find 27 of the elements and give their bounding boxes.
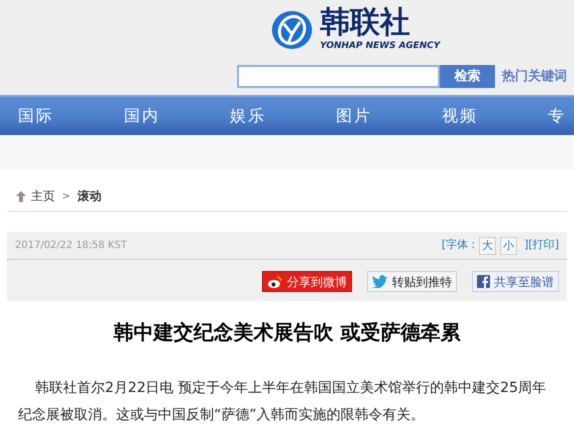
article-title: 韩中建交纪念美术展告吹 或受萨德牵累 xyxy=(112,319,462,346)
breadcrumb-link[interactable]: 滚动 xyxy=(77,187,102,205)
facebook-icon xyxy=(477,275,490,288)
timestamp: 2017/02/22 18:58 KST xyxy=(15,239,127,253)
search-field[interactable] xyxy=(237,65,440,88)
nav-item[interactable]: 视频 xyxy=(442,104,487,128)
share-button[interactable]: 分享到微博 xyxy=(262,271,352,292)
nav-item[interactable]: 国际 xyxy=(18,104,63,128)
hot-keywords-link[interactable]: 热门关键词 xyxy=(502,66,567,86)
article-body: 韩联社首尔2月22日电 预定于今年上半年在韩国国立美术馆举行的韩中建交25周年纪念展被取消。这或与中国反制“萨德”入韩而实施的限韩令有关。 xyxy=(18,379,547,425)
weibo-icon xyxy=(267,274,283,288)
logo-name: 韩联社 xyxy=(320,6,411,40)
nav-item[interactable]: 娱乐 xyxy=(230,104,275,128)
font-large-button[interactable]: 大 xyxy=(479,236,496,254)
nav-item[interactable]: 国内 xyxy=(124,104,169,128)
search-button[interactable]: 检索 xyxy=(440,65,495,88)
nav-item[interactable]: 图片 xyxy=(336,104,381,128)
breadcrumb-link[interactable]: 主页 xyxy=(31,187,55,205)
font-small-button[interactable]: 小 xyxy=(500,236,518,254)
bird-icon xyxy=(372,275,388,288)
breadcrumb-separator: > xyxy=(62,190,70,204)
logo-subtitle: YONHAP NEWS AGENCY xyxy=(320,40,440,53)
share-button[interactable]: 共享至脸谱 xyxy=(472,271,559,292)
print-link[interactable]: ][打印] xyxy=(524,237,559,254)
nav-item[interactable]: 专 xyxy=(548,104,574,128)
share-button[interactable]: 转贴到推特 xyxy=(367,271,457,292)
font-size-label: [字体 : xyxy=(442,237,476,254)
